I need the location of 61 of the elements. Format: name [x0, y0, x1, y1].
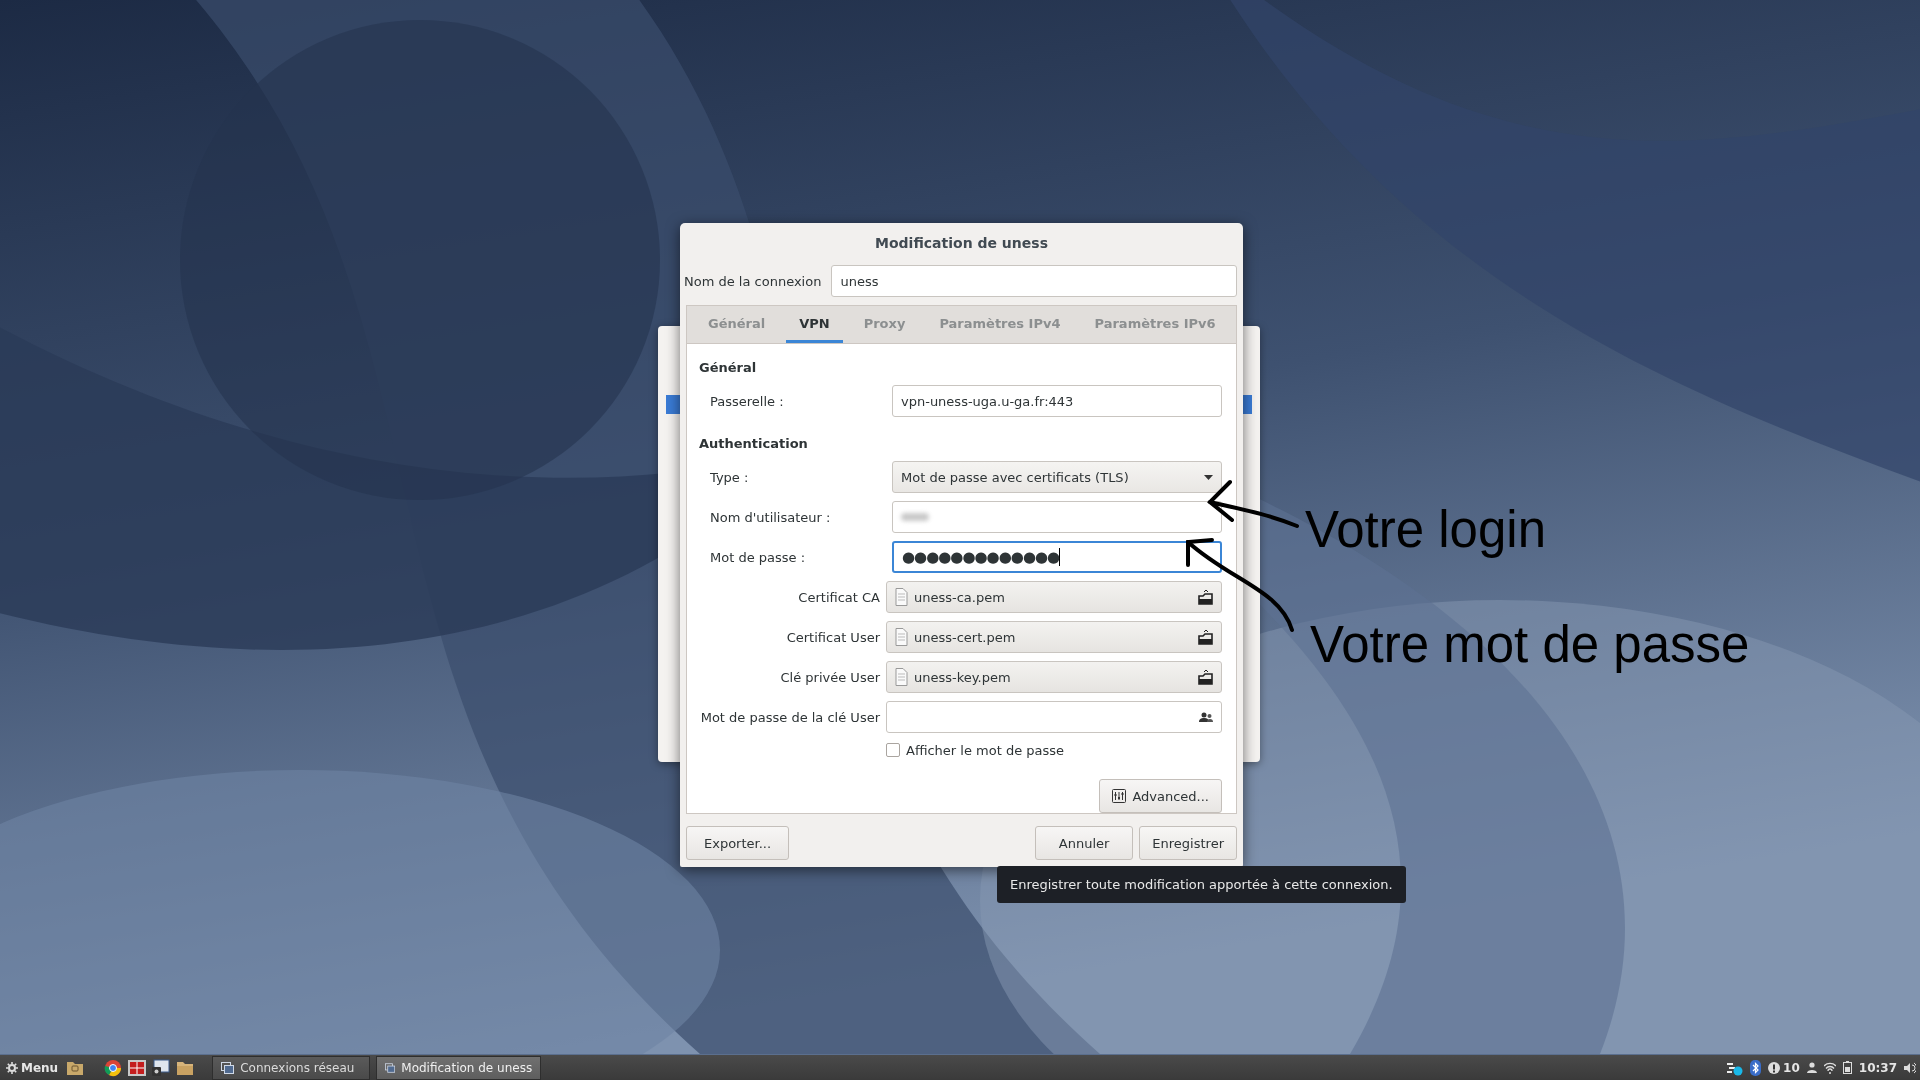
window-icon [221, 1061, 235, 1074]
browser-icon[interactable] [104, 1058, 123, 1077]
taskbar-window-button[interactable]: Connexions réseau [212, 1055, 371, 1080]
password-field[interactable] [886, 701, 1222, 733]
file-icon [895, 588, 908, 606]
file-name: uness-cert.pem [914, 629, 1016, 645]
field-value: vpn-uness-uga.u-ga.fr:443 [901, 393, 1074, 409]
field-label: Nom d'utilisateur : [709, 509, 832, 525]
clock[interactable]: 10:37 [1858, 1060, 1897, 1075]
dropdown-value: Mot de passe avec certificats (TLS) [901, 469, 1129, 485]
window-title: Modification de uness [875, 235, 1048, 251]
annotation-text: Votre login [1305, 500, 1546, 559]
file-chooser[interactable]: uness-key.pem [886, 661, 1222, 693]
bluetooth-icon[interactable] [1750, 1059, 1762, 1076]
field-label: Type : [709, 469, 750, 485]
gear-icon [6, 1061, 18, 1074]
file-chooser[interactable]: uness-ca.pem [886, 581, 1222, 613]
cancel-button[interactable]: Annuler [1034, 826, 1134, 860]
screenshot-icon[interactable] [152, 1058, 171, 1077]
field-label: Passerelle : [709, 393, 785, 409]
field-label: Nom de la connexion [684, 273, 822, 289]
tab[interactable]: VPN [786, 306, 843, 343]
checkbox[interactable] [886, 743, 900, 757]
folder-open-icon[interactable] [1198, 669, 1213, 685]
folder-open-icon[interactable] [1198, 629, 1213, 645]
file-name: uness-key.pem [914, 669, 1011, 685]
window-icon [385, 1061, 396, 1074]
file-icon [895, 668, 908, 686]
taskbar-window-button[interactable]: Modification de uness [376, 1055, 542, 1080]
tooltip: Enregistrer toute modification apportée à cette connexion. [997, 866, 1406, 903]
file-chooser[interactable]: uness-cert.pem [886, 621, 1222, 653]
section-heading: Authentication [699, 435, 808, 451]
advanced-button[interactable]: Advanced... [1099, 779, 1222, 813]
text-field[interactable]: vpn-uness-uga.u-ga.fr:443 [892, 385, 1222, 417]
field-label: Certificat User [785, 629, 880, 645]
section-heading: Général [699, 359, 757, 375]
dropdown-arrow-icon [1204, 474, 1213, 480]
dropdown[interactable]: Mot de passe avec certificats (TLS) [892, 461, 1222, 493]
people-icon[interactable] [1199, 711, 1213, 723]
wifi-icon[interactable] [1823, 1061, 1836, 1074]
menu-button[interactable]: Menu [4, 1060, 61, 1075]
sliders-icon [1112, 789, 1127, 803]
field-label: Mot de passe : [709, 549, 807, 565]
save-button[interactable]: Enregistrer [1139, 826, 1237, 860]
field-label: Certificat CA [797, 589, 880, 605]
checkbox-label: Afficher le mot de passe [906, 742, 1065, 758]
battery-icon[interactable] [1842, 1061, 1852, 1074]
user-icon[interactable] [1806, 1062, 1817, 1073]
field-label: Mot de passe de la clé User [699, 709, 880, 725]
text-field[interactable] [892, 501, 1222, 533]
text-field[interactable]: uness [831, 265, 1237, 297]
export-button[interactable]: Exporter... [686, 826, 790, 860]
file-name: uness-ca.pem [914, 589, 1005, 605]
file-icon [895, 628, 908, 646]
folder-open-icon[interactable] [1198, 589, 1213, 605]
annotation-text: Votre mot de passe [1310, 615, 1750, 674]
notification-icon[interactable] [1768, 1061, 1781, 1074]
notification-count: 10 [1783, 1060, 1800, 1075]
grid-app-icon[interactable] [128, 1058, 147, 1077]
field-label: Clé privée User [779, 669, 880, 685]
speaker-icon[interactable] [1904, 1061, 1916, 1074]
